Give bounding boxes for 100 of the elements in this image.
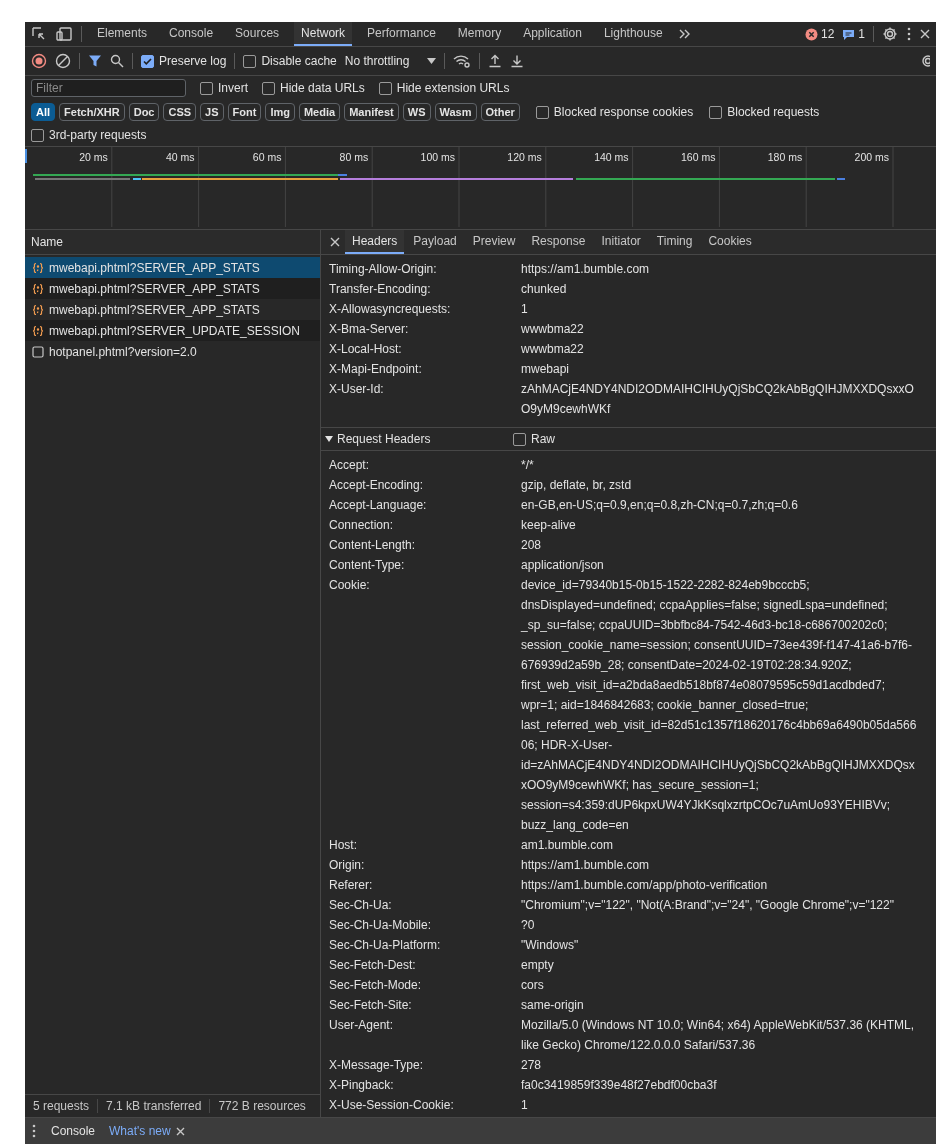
drawer-tab[interactable]: What's new <box>109 1124 171 1138</box>
panel-tab[interactable]: Elements <box>90 22 155 46</box>
checkbox-label: Invert <box>218 81 248 95</box>
section-title[interactable]: Request Headers <box>337 432 513 446</box>
header-name: Sec-Ch-Ua-Mobile: <box>329 917 433 934</box>
filter-field[interactable]: Filter <box>31 79 186 97</box>
panel-tab[interactable]: Console <box>162 22 221 46</box>
type-filter-chip[interactable]: JS <box>200 103 224 121</box>
type-filter-chip[interactable]: Doc <box>128 103 160 121</box>
fetch-icon <box>32 282 44 295</box>
type-filter-chip[interactable]: CSS <box>163 103 197 121</box>
caret-icon <box>427 58 437 64</box>
type-filter-chip[interactable]: WS <box>402 103 431 121</box>
type-filter-chip[interactable]: Media <box>298 103 341 121</box>
type-filter-chip[interactable]: Manifest <box>344 103 399 121</box>
request-name: mwebapi.phtml?SERVER_APP_STATS <box>49 302 260 317</box>
header-value: fa0c3419859f339e48f27ebdf00cba3f <box>521 1077 718 1094</box>
column-header[interactable]: Name <box>31 235 63 249</box>
checkbox[interactable] <box>262 81 275 95</box>
expand-triangle-icon[interactable] <box>325 435 333 443</box>
message-icon[interactable] <box>842 27 856 41</box>
header-value: wwwbma22 <box>521 341 585 358</box>
panel-tab[interactable]: Application <box>516 22 589 46</box>
close-icon[interactable] <box>175 1126 185 1136</box>
header-name: Accept-Encoding: <box>329 477 425 494</box>
header-value: mwebapi <box>521 361 571 378</box>
checkbox-label: Blocked requests <box>727 105 820 119</box>
detail-tab[interactable]: Preview <box>465 230 523 254</box>
device-toolbar-icon[interactable] <box>55 26 73 42</box>
header-value: https://am1.bumble.com <box>521 857 651 874</box>
panel-tab[interactable]: Sources <box>228 22 287 46</box>
search-icon[interactable] <box>110 54 124 68</box>
header-name: X-Bma-Server: <box>329 321 410 338</box>
drawer-tab[interactable]: Console <box>51 1124 96 1138</box>
panel-tab[interactable]: Lighthouse <box>596 22 670 46</box>
error-icon[interactable] <box>804 27 818 41</box>
checkbox[interactable] <box>200 81 213 95</box>
header-value: ?0 <box>521 917 536 934</box>
panel-tab[interactable]: Performance <box>360 22 443 46</box>
network-conditions-icon[interactable] <box>453 54 472 68</box>
header-name: Accept-Language: <box>329 497 428 514</box>
checkbox[interactable] <box>535 105 549 119</box>
header-name: X-Local-Host: <box>329 341 403 358</box>
header-name: X-Pingback: <box>329 1077 395 1094</box>
detail-tab[interactable]: Initiator <box>594 230 648 254</box>
more-options-icon[interactable] <box>906 27 912 41</box>
tick-label: 180 ms <box>767 151 803 163</box>
checkbox[interactable] <box>243 54 257 68</box>
detail-tab[interactable]: Headers <box>345 230 405 254</box>
download-icon[interactable] <box>510 54 525 68</box>
type-filter-chip[interactable]: Wasm <box>434 103 477 121</box>
request-row[interactable]: mwebapi.phtml?SERVER_APP_STATS <box>25 278 320 299</box>
record-icon[interactable] <box>31 53 47 69</box>
request-row[interactable]: mwebapi.phtml?SERVER_APP_STATS <box>25 299 320 320</box>
header-value: cors <box>521 977 545 994</box>
type-filter-chip[interactable]: Other <box>480 103 520 121</box>
inspect-icon[interactable] <box>31 26 47 42</box>
request-row[interactable]: hotpanel.phtml?version=2.0 <box>25 341 320 362</box>
header-value: Mozilla/5.0 (Windows NT 10.0; Win64; x64) AppleWebKit/537.36 (KHTML, like Gecko) Chrome/122.0.0.0 Safari/537.36 <box>521 1017 916 1054</box>
header-name: X-Message-Type: <box>329 1057 425 1074</box>
detail-tab[interactable]: Payload <box>406 230 464 254</box>
header-value: en-GB,en-US;q=0.9,en;q=0.8,zh-CN;q=0.7,zh;q=0.6 <box>521 497 799 514</box>
upload-icon[interactable] <box>488 54 503 68</box>
checkbox[interactable] <box>31 128 44 142</box>
detail-tab[interactable]: Response <box>524 230 593 254</box>
close-icon[interactable] <box>920 29 930 39</box>
header-name: Connection: <box>329 517 395 534</box>
header-value: same-origin <box>521 997 585 1014</box>
clear-icon[interactable] <box>55 53 71 69</box>
settings-icon[interactable] <box>882 26 898 42</box>
throttling-dropdown[interactable]: No throttling <box>344 54 437 68</box>
header-name: Timing-Allow-Origin: <box>329 261 438 278</box>
fetch-icon <box>32 303 44 316</box>
header-name: Accept: <box>329 457 371 474</box>
fetch-icon <box>32 324 44 337</box>
checkbox[interactable] <box>141 54 154 68</box>
panel-tab[interactable]: Memory <box>450 22 509 46</box>
header-name: Sec-Fetch-Dest: <box>329 957 417 974</box>
checkbox[interactable] <box>378 81 392 95</box>
detail-tab[interactable]: Cookies <box>701 230 759 254</box>
detail-tab[interactable]: Timing <box>649 230 700 254</box>
header-name: Cookie: <box>329 577 371 594</box>
request-row[interactable]: mwebapi.phtml?SERVER_UPDATE_SESSION <box>25 320 320 341</box>
type-filter-chip[interactable]: Img <box>265 103 295 121</box>
tick-label: 100 ms <box>420 151 455 163</box>
message-count: 1 <box>858 27 865 41</box>
tick-label: 120 ms <box>507 151 542 163</box>
filter-icon[interactable] <box>88 54 102 68</box>
type-filter-chip[interactable]: Font <box>227 103 262 121</box>
more-options-icon[interactable] <box>31 1124 37 1138</box>
more-tabs-icon[interactable] <box>677 28 692 40</box>
request-row[interactable]: mwebapi.phtml?SERVER_APP_STATS <box>25 257 320 278</box>
type-filter-chip[interactable]: All <box>31 103 56 121</box>
checkbox[interactable] <box>513 432 526 446</box>
type-filter-chip[interactable]: Fetch/XHR <box>59 103 125 121</box>
header-value: 1 <box>521 301 529 318</box>
panel-tab[interactable]: Network <box>294 22 353 46</box>
checkbox[interactable] <box>709 105 723 119</box>
checkbox-label: Raw <box>531 432 555 446</box>
header-name: User-Agent: <box>329 1017 395 1034</box>
